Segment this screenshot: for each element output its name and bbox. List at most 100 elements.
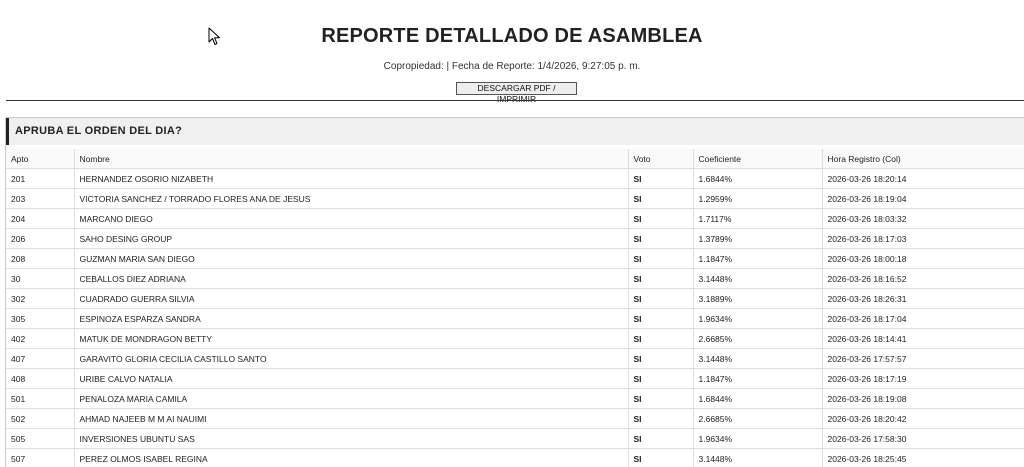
cell-voto: SI — [628, 449, 693, 467]
cell-apto: 505 — [6, 429, 74, 449]
cell-nombre: PENALOZA MARIA CAMILA — [74, 389, 628, 409]
cell-coeficiente: 1.2959% — [693, 189, 822, 209]
table-row: 505INVERSIONES UBUNTU SASSI1.9634%2026-0… — [6, 429, 1024, 449]
cell-coeficiente: 1.6844% — [693, 169, 822, 189]
section-title: APRUBA EL ORDEN DEL DIA? — [6, 118, 1024, 145]
cell-coeficiente: 3.1889% — [693, 289, 822, 309]
table-row: 208GUZMAN MARIA SAN DIEGOSI1.1847%2026-0… — [6, 249, 1024, 269]
col-header-hora: Hora Registro (Col) — [822, 149, 1024, 169]
cell-hora: 2026-03-26 18:14:41 — [822, 329, 1024, 349]
cell-voto: SI — [628, 309, 693, 329]
cell-coeficiente: 1.9634% — [693, 309, 822, 329]
cell-apto: 501 — [6, 389, 74, 409]
cell-nombre: VICTORIA SANCHEZ / TORRADO FLORES ANA DE… — [74, 189, 628, 209]
cell-hora: 2026-03-26 18:20:14 — [822, 169, 1024, 189]
cell-hora: 2026-03-26 18:17:19 — [822, 369, 1024, 389]
cell-coeficiente: 1.9634% — [693, 429, 822, 449]
cell-nombre: ESPINOZA ESPARZA SANDRA — [74, 309, 628, 329]
table-row: 204MARCANO DIEGOSI1.7117%2026-03-26 18:0… — [6, 209, 1024, 229]
table-row: 502AHMAD NAJEEB M M AI NAUIMISI2.6685%20… — [6, 409, 1024, 429]
table-row: 206SAHO DESING GROUPSI1.3789%2026-03-26 … — [6, 229, 1024, 249]
cell-hora: 2026-03-26 18:26:31 — [822, 289, 1024, 309]
cell-apto: 208 — [6, 249, 74, 269]
cell-apto: 407 — [6, 349, 74, 369]
cell-coeficiente: 1.7117% — [693, 209, 822, 229]
col-header-coeficiente: Coeficiente — [693, 149, 822, 169]
cell-nombre: INVERSIONES UBUNTU SAS — [74, 429, 628, 449]
cell-nombre: SAHO DESING GROUP — [74, 229, 628, 249]
col-header-apto: Apto — [6, 149, 74, 169]
votes-table-body: 201HERNANDEZ OSORIO NIZABETHSI1.6844%202… — [6, 169, 1024, 467]
table-row: 501PENALOZA MARIA CAMILASI1.6844%2026-03… — [6, 389, 1024, 409]
cell-nombre: MARCANO DIEGO — [74, 209, 628, 229]
cell-coeficiente: 3.1448% — [693, 349, 822, 369]
cell-voto: SI — [628, 209, 693, 229]
cell-apto: 206 — [6, 229, 74, 249]
cell-hora: 2026-03-26 18:20:42 — [822, 409, 1024, 429]
cell-coeficiente: 2.6685% — [693, 409, 822, 429]
cell-coeficiente: 1.6844% — [693, 389, 822, 409]
col-header-nombre: Nombre — [74, 149, 628, 169]
cell-hora: 2026-03-26 18:17:04 — [822, 309, 1024, 329]
cell-voto: SI — [628, 249, 693, 269]
cell-nombre: GUZMAN MARIA SAN DIEGO — [74, 249, 628, 269]
table-row: 402MATUK DE MONDRAGON BETTYSI2.6685%2026… — [6, 329, 1024, 349]
cell-apto: 201 — [6, 169, 74, 189]
table-row: 408URIBE CALVO NATALIASI1.1847%2026-03-2… — [6, 369, 1024, 389]
cell-voto: SI — [628, 189, 693, 209]
cell-hora: 2026-03-26 18:19:04 — [822, 189, 1024, 209]
cell-apto: 302 — [6, 289, 74, 309]
cell-hora: 2026-03-26 17:57:57 — [822, 349, 1024, 369]
cell-hora: 2026-03-26 18:16:52 — [822, 269, 1024, 289]
cell-apto: 204 — [6, 209, 74, 229]
cell-coeficiente: 2.6685% — [693, 329, 822, 349]
cell-voto: SI — [628, 289, 693, 309]
cell-voto: SI — [628, 329, 693, 349]
cell-voto: SI — [628, 409, 693, 429]
cell-voto: SI — [628, 369, 693, 389]
cell-voto: SI — [628, 269, 693, 289]
votes-table: Apto Nombre Voto Coeficiente Hora Regist… — [6, 149, 1024, 467]
header-divider — [6, 100, 1024, 101]
cell-voto: SI — [628, 349, 693, 369]
cell-hora: 2026-03-26 18:25:45 — [822, 449, 1024, 467]
table-header-row: Apto Nombre Voto Coeficiente Hora Regist… — [6, 149, 1024, 169]
cell-apto: 402 — [6, 329, 74, 349]
cell-apto: 408 — [6, 369, 74, 389]
download-pdf-button[interactable]: DESCARGAR PDF / IMPRIMIR — [456, 82, 577, 95]
table-row: 30CEBALLOS DIEZ ADRIANASI3.1448%2026-03-… — [6, 269, 1024, 289]
col-header-voto: Voto — [628, 149, 693, 169]
table-row: 302CUADRADO GUERRA SILVIASI3.1889%2026-0… — [6, 289, 1024, 309]
cell-apto: 507 — [6, 449, 74, 467]
cell-apto: 305 — [6, 309, 74, 329]
cell-coeficiente: 1.3789% — [693, 229, 822, 249]
cell-voto: SI — [628, 169, 693, 189]
cell-nombre: CUADRADO GUERRA SILVIA — [74, 289, 628, 309]
cell-apto: 502 — [6, 409, 74, 429]
table-row: 201HERNANDEZ OSORIO NIZABETHSI1.6844%202… — [6, 169, 1024, 189]
vote-section: APRUBA EL ORDEN DEL DIA? Apto Nombre Vot… — [5, 117, 1024, 467]
table-row: 407GARAVITO GLORIA CECILIA CASTILLO SANT… — [6, 349, 1024, 369]
cell-nombre: GARAVITO GLORIA CECILIA CASTILLO SANTO — [74, 349, 628, 369]
cell-voto: SI — [628, 429, 693, 449]
report-subtitle: Copropiedad: | Fecha de Reporte: 1/4/202… — [0, 61, 1024, 72]
cell-nombre: HERNANDEZ OSORIO NIZABETH — [74, 169, 628, 189]
cell-apto: 203 — [6, 189, 74, 209]
cell-coeficiente: 3.1448% — [693, 449, 822, 467]
cell-nombre: CEBALLOS DIEZ ADRIANA — [74, 269, 628, 289]
table-row: 507PEREZ OLMOS ISABEL REGINASI3.1448%202… — [6, 449, 1024, 467]
table-row: 203VICTORIA SANCHEZ / TORRADO FLORES ANA… — [6, 189, 1024, 209]
cell-apto: 30 — [6, 269, 74, 289]
cell-hora: 2026-03-26 18:00:18 — [822, 249, 1024, 269]
cell-voto: SI — [628, 229, 693, 249]
cell-nombre: MATUK DE MONDRAGON BETTY — [74, 329, 628, 349]
cell-hora: 2026-03-26 18:03:32 — [822, 209, 1024, 229]
cell-voto: SI — [628, 389, 693, 409]
cell-hora: 2026-03-26 17:58:30 — [822, 429, 1024, 449]
cell-nombre: PEREZ OLMOS ISABEL REGINA — [74, 449, 628, 467]
cell-hora: 2026-03-26 18:19:08 — [822, 389, 1024, 409]
cell-nombre: URIBE CALVO NATALIA — [74, 369, 628, 389]
cell-nombre: AHMAD NAJEEB M M AI NAUIMI — [74, 409, 628, 429]
cell-hora: 2026-03-26 18:17:03 — [822, 229, 1024, 249]
cell-coeficiente: 1.1847% — [693, 249, 822, 269]
